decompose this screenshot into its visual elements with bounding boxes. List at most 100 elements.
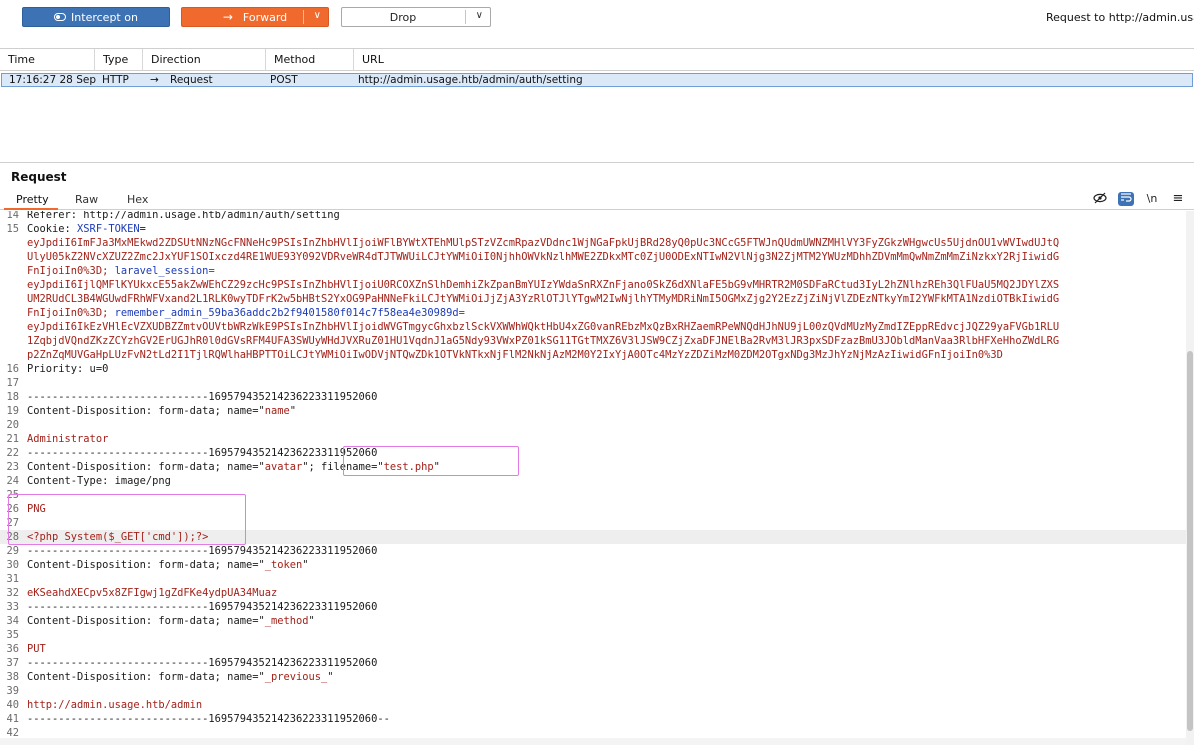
highlight-box-php-payload — [8, 494, 246, 545]
line-number: 39 — [6, 685, 19, 697]
intercept-label: Intercept on — [71, 10, 138, 24]
editor-line: UlyU05kZ2NVcXZUZ2Zmc2JxYUF1SOIxczd4RE1WU… — [0, 250, 1186, 264]
column-header-direction[interactable]: Direction — [143, 49, 266, 71]
line-number: 21 — [6, 433, 19, 445]
eye-slash-icon[interactable] — [1092, 192, 1108, 206]
forward-button[interactable]: → Forward ∨ — [181, 7, 329, 27]
code-text: Content-Disposition: form-data; name="_m… — [27, 615, 315, 627]
scrollbar-thumb[interactable] — [1187, 351, 1193, 731]
code-text: Administrator — [27, 433, 109, 445]
word-wrap-icon[interactable] — [1118, 192, 1134, 206]
chevron-down-icon[interactable]: ∨ — [314, 10, 321, 21]
line-number: 35 — [6, 629, 19, 641]
highlight-box-filename — [343, 446, 519, 476]
editor-line: 40 http://admin.usage.htb/admin — [0, 698, 1186, 712]
code-text: eyJpdiI6IjlQMFlKYUkxcE55akZwWEhCZ29zcHc9… — [27, 279, 1060, 291]
forward-split-divider — [303, 10, 304, 24]
line-number: 30 — [6, 559, 19, 571]
code-text: -----------------------------16957943521… — [27, 713, 390, 725]
column-header-method[interactable]: Method — [266, 49, 354, 71]
code-text: Priority: u=0 — [27, 363, 109, 375]
newline-toggle[interactable]: \n — [1144, 192, 1160, 206]
code-text: Content-Disposition: form-data; name="_p… — [27, 671, 334, 683]
hamburger-menu-icon[interactable]: ≡ — [1170, 192, 1186, 206]
column-header-time[interactable]: Time — [0, 49, 95, 71]
arrow-right-icon: → — [150, 74, 159, 86]
code-text: Content-Disposition: form-data; name="_t… — [27, 559, 309, 571]
chevron-down-icon[interactable]: ∨ — [476, 10, 483, 21]
code-text: Cookie: XSRF-TOKEN= — [27, 223, 146, 235]
editor-line: 36 PUT — [0, 642, 1186, 656]
editor-line: 22 -----------------------------169579435… — [0, 446, 1186, 460]
line-number: 36 — [6, 643, 19, 655]
code-text: p2ZnZqMUVGaHpLUzFvN2tLd2I1TjlRQWlhaHBPTT… — [27, 349, 1003, 361]
editor-line: 20 — [0, 418, 1186, 432]
code-text: -----------------------------16957943521… — [27, 447, 378, 459]
code-text: eyJpdiI6ImFJa3MxMEkwd2ZDSUtNNzNGcFNNeHc9… — [27, 237, 1060, 249]
code-text: http://admin.usage.htb/admin — [27, 699, 203, 711]
editor-line: 32 eKSeahdXECpv5x8ZFIgwj1gZdFKe4ydpUA34Mu… — [0, 586, 1186, 600]
line-number: 15 — [6, 223, 19, 235]
line-number: 41 — [6, 713, 19, 725]
tab-hex[interactable]: Hex — [127, 193, 148, 206]
code-text: FnIjoiIn0%3D; remember_admin_59ba36addc2… — [27, 307, 465, 319]
code-text: PUT — [27, 643, 46, 655]
tab-pretty[interactable]: Pretty — [16, 193, 49, 206]
editor-line: 14 Referer: http://admin.usage.htb/admin/… — [0, 211, 1186, 222]
horizontal-scrollbar[interactable] — [0, 738, 1186, 745]
cell-direction: Request — [170, 74, 213, 86]
code-text: -----------------------------16957943521… — [27, 545, 378, 557]
code-text: Referer: http://admin.usage.htb/admin/au… — [27, 211, 340, 221]
line-number: 17 — [6, 377, 19, 389]
editor-line: 29 -----------------------------169579435… — [0, 544, 1186, 558]
editor-line: 34 Content-Disposition: form-data; name="… — [0, 614, 1186, 628]
cell-time: 17:16:27 28 Sep ... — [9, 74, 96, 86]
editor-line: eyJpdiI6IkEzVHlEcVZXUDBZZmtvOUVtbWRzWkE9… — [0, 320, 1186, 334]
table-row[interactable]: 17:16:27 28 Sep ... HTTP → Request POST … — [1, 73, 1193, 87]
line-number: 33 — [6, 601, 19, 613]
editor-line: UM2RUdCL3B4WGUwdFRhWFVxand2L1RLK0wyTDFrK… — [0, 292, 1186, 306]
code-text: eyJpdiI6IkEzVHlEcVZXUDBZZmtvOUVtbWRzWkE9… — [27, 321, 1060, 333]
editor-line: 37 -----------------------------169579435… — [0, 656, 1186, 670]
code-text: 1ZqbjdVQndZKzZCYzhGV2ErUGJhR0l0dGVsRFM4U… — [27, 335, 1060, 347]
editor-line: FnIjoiIn0%3D; remember_admin_59ba36addc2… — [0, 306, 1186, 320]
editor-line: 31 — [0, 572, 1186, 586]
editor-line: 18 -----------------------------169579435… — [0, 390, 1186, 404]
request-view-tabs: Pretty Raw Hex \n ≡ — [0, 190, 1194, 210]
line-number: 32 — [6, 587, 19, 599]
column-header-url[interactable]: URL — [354, 49, 1194, 71]
toggle-icon — [54, 13, 67, 21]
editor-line: 24 Content-Type: image/png — [0, 474, 1186, 488]
editor-line: 39 — [0, 684, 1186, 698]
line-number: 40 — [6, 699, 19, 711]
editor-line: 30 Content-Disposition: form-data; name="… — [0, 558, 1186, 572]
code-text: UM2RUdCL3B4WGUwdFRhWFVxand2L1RLK0wyTDFrK… — [27, 293, 1060, 305]
tab-raw[interactable]: Raw — [75, 193, 98, 206]
code-text: eKSeahdXECpv5x8ZFIgwj1gZdFKe4ydpUA34Muaz — [27, 587, 278, 599]
code-text: -----------------------------16957943521… — [27, 657, 378, 669]
line-number: 19 — [6, 405, 19, 417]
intercept-toggle-button[interactable]: Intercept on — [22, 7, 170, 27]
cell-url: http://admin.usage.htb/admin/auth/settin… — [358, 74, 583, 86]
vertical-scrollbar[interactable] — [1186, 211, 1194, 745]
code-text: FnIjoiIn0%3D; laravel_session= — [27, 265, 215, 277]
forward-label: Forward — [242, 10, 288, 24]
code-text: -----------------------------16957943521… — [27, 601, 378, 613]
request-panel-title: Request — [11, 170, 67, 184]
line-number: 14 — [6, 211, 19, 221]
column-header-type[interactable]: Type — [95, 49, 143, 71]
editor-line: p2ZnZqMUVGaHpLUzFvN2tLd2I1TjlRQWlhaHBPTT… — [0, 348, 1186, 362]
editor-line: 17 — [0, 376, 1186, 390]
editor-line: eyJpdiI6IjlQMFlKYUkxcE55akZwWEhCZ29zcHc9… — [0, 278, 1186, 292]
line-number: 29 — [6, 545, 19, 557]
pane-divider[interactable] — [0, 162, 1194, 163]
editor-line: 38 Content-Disposition: form-data; name="… — [0, 670, 1186, 684]
request-editor[interactable]: 14 Referer: http://admin.usage.htb/admin/… — [0, 211, 1186, 745]
line-number: 20 — [6, 419, 19, 431]
drop-button[interactable]: Drop ∨ — [341, 7, 491, 27]
cell-method: POST — [270, 74, 298, 86]
editor-line: 1ZqbjdVQndZKzZCYzhGV2ErUGJhR0l0dGVsRFM4U… — [0, 334, 1186, 348]
line-number: 24 — [6, 475, 19, 487]
drop-label: Drop — [389, 10, 417, 24]
editor-line: 21 Administrator — [0, 432, 1186, 446]
